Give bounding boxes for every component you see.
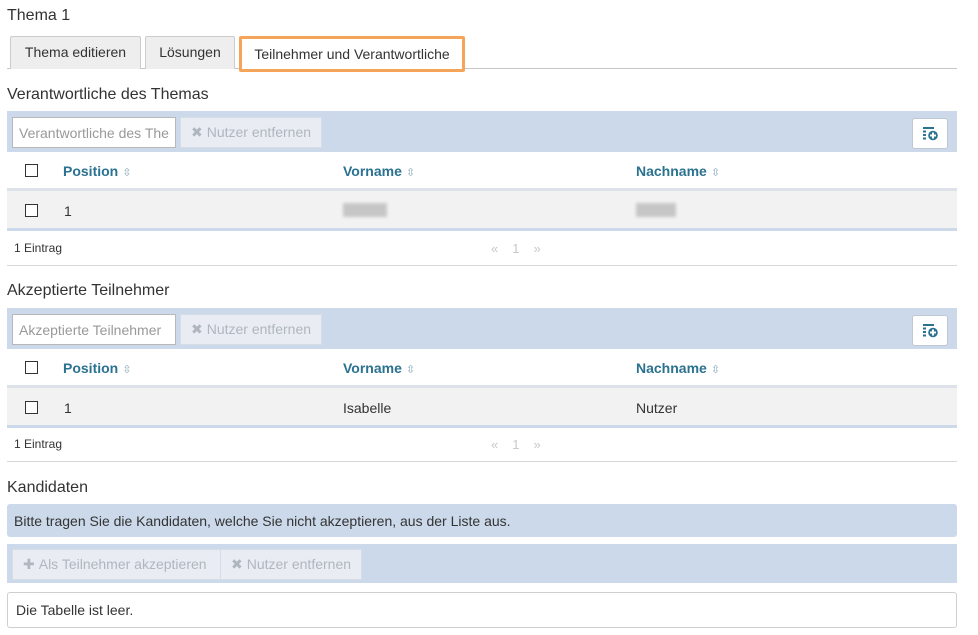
times-icon: ✖: [191, 124, 203, 140]
remove-label: Nutzer entfernen: [246, 556, 352, 572]
select-all-checkbox[interactable]: [25, 361, 38, 374]
column-header-first-name[interactable]: Vorname ⇳: [343, 360, 415, 376]
cell-position: 1: [64, 400, 72, 416]
section-title-accepted: Akzeptierte Teilnehmer: [7, 282, 170, 299]
responsible-table-header: Position ⇳ Vorname ⇳ Nachname ⇳: [7, 152, 957, 191]
accepted-toolbar: ✖Nutzer entfernen: [7, 308, 957, 349]
table-row[interactable]: 1 Isabelle Nutzer: [7, 388, 957, 428]
pager-page[interactable]: 1: [512, 241, 519, 256]
tab-bar: Thema editieren Lösungen Teilnehmer und …: [7, 36, 957, 72]
accept-label: Als Teilnehmer akzeptieren: [38, 556, 207, 572]
column-settings-icon: [923, 127, 938, 141]
column-settings-icon: [923, 324, 938, 338]
row-checkbox[interactable]: [25, 204, 38, 217]
cell-position: 1: [64, 203, 72, 219]
pager-page[interactable]: 1: [512, 437, 519, 452]
pager-prev[interactable]: «: [491, 437, 498, 452]
table-row[interactable]: 1: [7, 191, 957, 231]
column-header-first-name[interactable]: Vorname ⇳: [343, 163, 415, 179]
section-title-candidates: Kandidaten: [7, 479, 88, 496]
empty-table-message: Die Tabelle ist leer.: [7, 592, 957, 628]
accepted-filter-input[interactable]: [12, 314, 176, 345]
candidates-remove-button[interactable]: ✖ Nutzer entfernen: [220, 549, 363, 580]
pagination: « 1 »: [484, 437, 548, 452]
pager-next[interactable]: »: [533, 437, 540, 452]
responsible-toolbar: ✖Nutzer entfernen: [7, 111, 957, 152]
page-title: Thema 1: [7, 7, 71, 24]
cell-last-name: Nutzer: [636, 400, 678, 416]
times-icon: ✖: [231, 556, 243, 572]
responsible-remove-button[interactable]: ✖ Nutzer entfernen: [180, 117, 323, 148]
responsible-table-footer: 1 Eintrag « 1 »: [7, 232, 957, 266]
column-header-last-name[interactable]: Nachname ⇳: [636, 163, 720, 179]
accept-participant-button[interactable]: ✚ Als Teilnehmer akzeptieren: [12, 549, 221, 580]
sort-icon: ⇳: [122, 167, 132, 179]
pager-prev[interactable]: «: [491, 241, 498, 256]
select-all-checkbox[interactable]: [25, 164, 38, 177]
sort-icon: ⇳: [122, 364, 132, 376]
cell-first-name: Isabelle: [343, 400, 392, 416]
sort-icon: ⇳: [710, 167, 721, 179]
tab-solutions[interactable]: Lösungen: [145, 36, 235, 69]
candidates-toolbar: ✚ Als Teilnehmer akzeptieren ✖ Nutzer entf…: [7, 544, 957, 583]
accepted-remove-button[interactable]: ✖ Nutzer entfernen: [180, 314, 323, 345]
column-header-position[interactable]: Position ⇳: [63, 163, 131, 179]
responsible-filter-input[interactable]: [12, 117, 176, 148]
cell-first-name: [343, 203, 387, 220]
section-title-responsible: Verantwortliche des Themas: [7, 86, 209, 103]
plus-icon: ✚: [23, 556, 35, 572]
entry-count: 1 Eintrag: [14, 437, 63, 451]
page: Thema 1 Thema editieren Lösungen Teilneh…: [0, 0, 978, 635]
redacted-first-name: [343, 203, 387, 217]
tab-participants[interactable]: Teilnehmer und Verantwortliche: [239, 36, 465, 72]
times-icon: ✖: [191, 321, 203, 337]
tab-edit-topic[interactable]: Thema editieren: [10, 36, 141, 69]
sort-icon: ⇳: [710, 364, 721, 376]
redacted-last-name: [636, 203, 676, 217]
pagination: « 1 »: [484, 241, 548, 256]
accepted-table-header: Position ⇳ Vorname ⇳ Nachname ⇳: [7, 349, 957, 388]
accepted-table-footer: 1 Eintrag « 1 »: [7, 428, 957, 462]
row-checkbox[interactable]: [25, 401, 38, 414]
responsible-column-settings-button[interactable]: [912, 118, 948, 149]
column-header-position[interactable]: Position ⇳: [63, 360, 131, 376]
remove-label: Nutzer entfernen: [206, 321, 312, 337]
pager-next[interactable]: »: [533, 241, 540, 256]
sort-icon: ⇳: [405, 364, 416, 376]
cell-last-name: [636, 203, 676, 220]
entry-count: 1 Eintrag: [14, 241, 63, 255]
candidates-info-box: Bitte tragen Sie die Kandidaten, welche …: [7, 504, 957, 537]
accepted-column-settings-button[interactable]: [912, 315, 948, 346]
column-header-last-name[interactable]: Nachname ⇳: [636, 360, 720, 376]
remove-label: Nutzer entfernen: [206, 124, 312, 140]
sort-icon: ⇳: [405, 167, 416, 179]
